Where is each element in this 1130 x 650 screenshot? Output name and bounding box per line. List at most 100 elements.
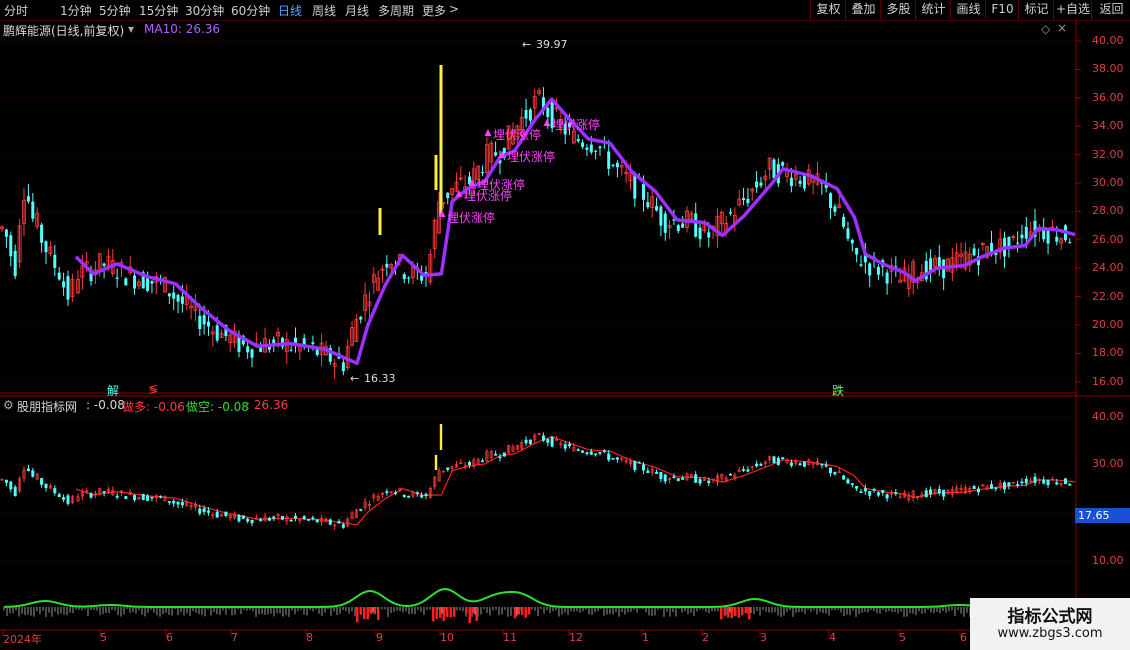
sub-candle-body <box>894 492 898 494</box>
sub-candle-body <box>4 479 8 483</box>
x-axis-label: 12 <box>569 631 583 644</box>
sub-candle-body <box>742 469 746 471</box>
indicator-value: : -0.08 <box>86 398 125 412</box>
sub-candle-body <box>798 463 802 466</box>
candle-body <box>44 241 48 253</box>
candle-body <box>446 192 450 199</box>
sub-candle-body <box>789 462 793 466</box>
candle-body <box>246 346 250 353</box>
sub-candle-body <box>681 477 685 480</box>
histogram-red-bar <box>446 607 449 618</box>
sub-candle-body <box>855 485 859 489</box>
candle-body <box>494 152 498 156</box>
highlight-bar <box>434 155 438 190</box>
sub-candle-body <box>289 519 293 522</box>
candle-body <box>759 182 763 186</box>
sub-candle-body <box>207 510 211 513</box>
candle-body <box>798 180 802 184</box>
sub-candle-body <box>541 435 545 441</box>
sub-candle-body <box>259 519 263 522</box>
sub-candle-body <box>40 478 44 485</box>
sub-candle-body <box>994 487 998 489</box>
low-price-label: 16.33 <box>364 372 396 385</box>
histogram-red-bar <box>720 607 723 620</box>
sub-candle-body <box>576 449 580 452</box>
sub-candle-body <box>424 493 428 496</box>
kline-chart[interactable] <box>0 0 1130 650</box>
sub-candle-body <box>820 463 824 466</box>
sub-candle-body <box>728 473 732 476</box>
sub-candle-body <box>246 518 250 522</box>
high-price-label: 39.97 <box>536 38 568 51</box>
sub-candle-body <box>802 461 806 467</box>
candle-body <box>868 263 872 276</box>
candle-body <box>1020 234 1024 239</box>
main-y-tick: 28.00 <box>1092 204 1124 218</box>
sub-highlight-bar <box>439 424 443 450</box>
sub-candle-body <box>663 474 667 482</box>
candle-body <box>755 181 759 188</box>
sub-candle-body <box>150 496 154 499</box>
main-y-tick: 18.00 <box>1092 346 1124 360</box>
signal-label: 埋伏涨停 <box>447 211 496 225</box>
histogram-red-bar <box>439 607 442 618</box>
sub-candle-body <box>307 519 311 521</box>
histogram-red-bar <box>514 607 517 619</box>
sub-candle-body <box>280 515 284 520</box>
sub-candle-body <box>598 452 602 454</box>
candle-body <box>707 232 711 238</box>
sub-candle-body <box>876 492 880 496</box>
sub-candle-body <box>1016 484 1020 486</box>
candle-body <box>215 325 219 341</box>
low-pointer-icon: ← <box>350 372 360 385</box>
candle-body <box>9 235 13 257</box>
sub-candle-body <box>937 489 941 494</box>
sub-candle-body <box>1003 482 1007 490</box>
sub-candle-body <box>611 458 615 460</box>
sub-candle-body <box>746 469 750 472</box>
candle-body <box>663 213 667 233</box>
sub-candle-body <box>872 488 876 491</box>
candle-body <box>1007 236 1011 247</box>
sub-candle-body <box>1033 476 1037 483</box>
sub-candle-body <box>942 489 946 497</box>
sub-candle-body <box>589 451 593 455</box>
diamond-icon[interactable]: ◇ <box>1041 22 1050 36</box>
main-y-tick: 22.00 <box>1092 289 1124 303</box>
sub-candle-body <box>833 472 837 475</box>
sub-candle-body <box>633 460 637 471</box>
high-pointer-icon: ← <box>522 38 532 51</box>
candle-body <box>802 174 806 189</box>
watermark: 指标公式网 www.zbgs3.com <box>970 598 1130 650</box>
ma10-line-group <box>74 97 1076 526</box>
sub-candle-body <box>1046 479 1050 486</box>
candle-body <box>655 206 659 211</box>
close-icon[interactable]: × <box>1057 21 1067 35</box>
sub-candle-body <box>655 471 659 474</box>
signal-label: 埋伏涨停 <box>507 150 556 164</box>
candle-body <box>855 248 859 255</box>
x-axis-label: 9 <box>376 631 383 644</box>
short-value-label: 做空: -0.08 <box>186 400 249 414</box>
sub-candle-body <box>755 463 759 467</box>
histogram-red-bar <box>377 607 380 620</box>
candle-body <box>594 150 598 152</box>
signal-label: 埋伏涨停 <box>477 178 526 192</box>
cursor-value-badge: 17.65 <box>1075 508 1130 523</box>
x-axis-label: 10 <box>440 631 454 644</box>
candle-body <box>972 248 976 256</box>
candlestick-series <box>0 65 1072 380</box>
sub-candle-body <box>237 514 241 522</box>
sub-candle-body <box>1068 484 1072 486</box>
x-axis-label: 5 <box>100 631 107 644</box>
marker-label: 解 <box>107 384 120 398</box>
gear-icon[interactable]: ⚙ <box>3 398 14 412</box>
candle-body <box>742 198 746 200</box>
main-y-tick: 24.00 <box>1092 261 1124 275</box>
chevron-down-icon[interactable]: ▾ <box>128 22 134 36</box>
highlight-bar <box>439 65 443 215</box>
sub-candle-body <box>1007 482 1011 487</box>
candle-body <box>150 280 154 284</box>
candle-body <box>929 258 933 271</box>
sub-candle-body <box>26 468 30 471</box>
